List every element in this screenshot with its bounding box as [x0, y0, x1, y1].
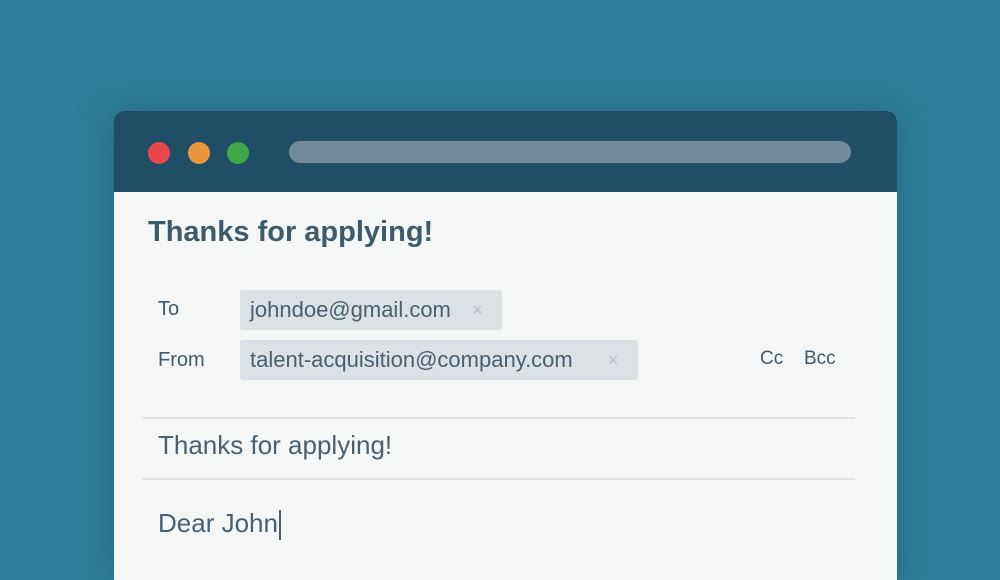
minimize-button[interactable]	[188, 142, 210, 164]
title-bar	[114, 111, 897, 192]
address-bar[interactable]	[289, 141, 851, 163]
from-sender-chip[interactable]: talent-acquisition@company.com ×	[240, 340, 638, 380]
message-body-text: Dear John	[158, 508, 278, 538]
divider	[142, 478, 855, 480]
text-cursor	[278, 510, 281, 541]
remove-sender-icon[interactable]: ×	[608, 340, 619, 380]
close-button[interactable]	[148, 142, 170, 164]
email-window: Thanks for applying! To johndoe@gmail.co…	[114, 111, 897, 580]
cc-button[interactable]: Cc	[760, 348, 783, 370]
subject-field[interactable]: Thanks for applying!	[158, 430, 392, 461]
from-sender-text: talent-acquisition@company.com	[250, 347, 573, 372]
message-body[interactable]: Dear John	[158, 508, 281, 541]
divider	[142, 417, 855, 419]
maximize-button[interactable]	[227, 142, 249, 164]
to-label: To	[158, 298, 180, 320]
to-recipient-chip[interactable]: johndoe@gmail.com ×	[240, 290, 502, 330]
email-heading: Thanks for applying!	[148, 216, 434, 248]
from-label: From	[158, 349, 205, 371]
remove-recipient-icon[interactable]: ×	[472, 290, 483, 330]
to-recipient-text: johndoe@gmail.com	[250, 297, 451, 322]
bcc-button[interactable]: Bcc	[804, 348, 836, 370]
